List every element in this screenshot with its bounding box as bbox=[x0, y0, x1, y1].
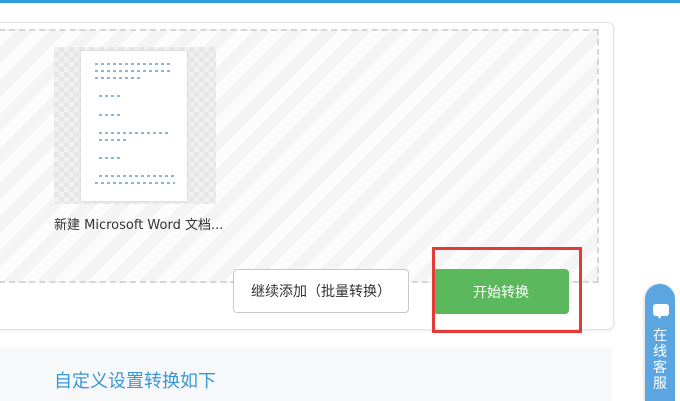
online-service-tab[interactable]: 在线客服 bbox=[645, 284, 675, 401]
top-accent-bar bbox=[0, 0, 680, 3]
online-service-label: 在线客服 bbox=[653, 328, 667, 392]
file-name-label: 新建 Microsoft Word 文档... bbox=[54, 218, 224, 233]
add-more-button[interactable]: 继续添加（批量转换） bbox=[233, 269, 409, 313]
settings-title: 自定义设置转换如下 bbox=[54, 371, 216, 392]
document-page-preview bbox=[81, 51, 187, 201]
chat-bubble-icon bbox=[653, 304, 669, 319]
annotation-highlight-box bbox=[432, 247, 582, 333]
file-thumbnail[interactable] bbox=[54, 47, 216, 204]
